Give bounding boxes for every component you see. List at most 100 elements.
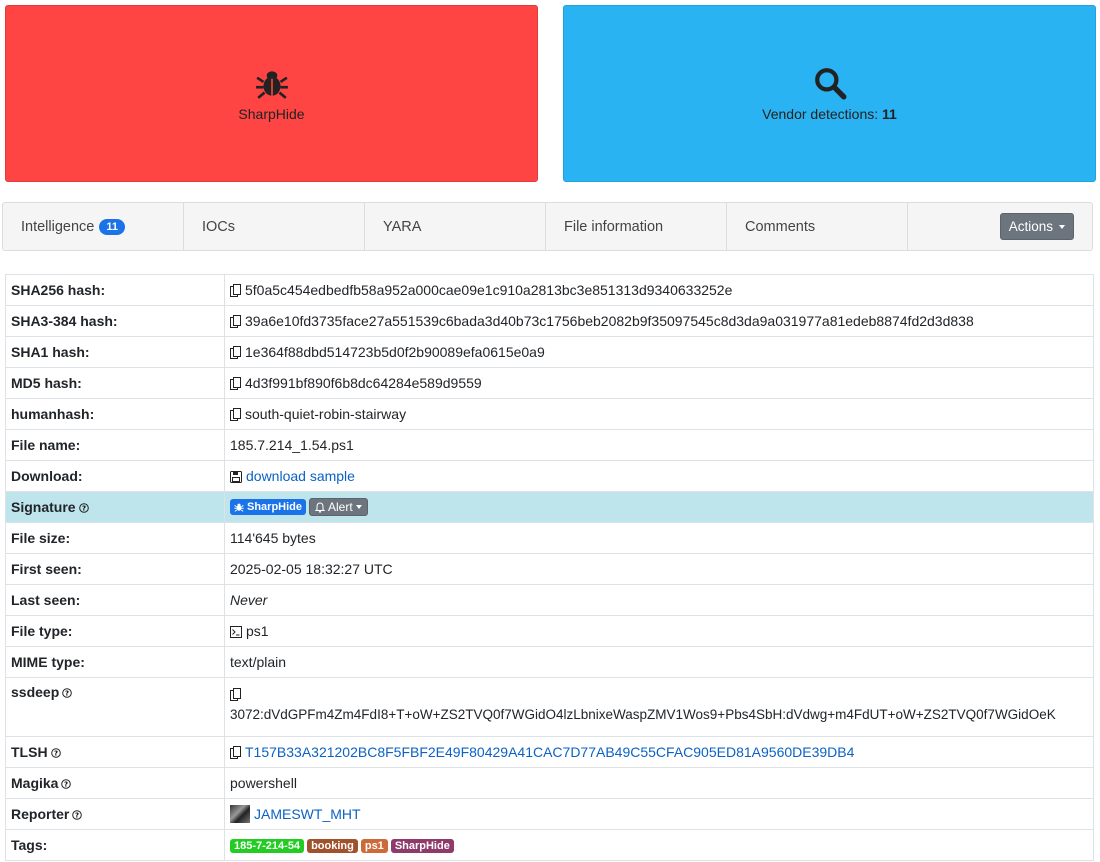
table-row: Download: download sample xyxy=(5,460,1094,492)
row-key: Reporter xyxy=(11,806,70,822)
magika-value: powershell xyxy=(224,767,1094,799)
row-key: Signature xyxy=(11,499,76,515)
download-sample-link[interactable]: download sample xyxy=(246,468,355,484)
row-key: Last seen: xyxy=(5,584,225,616)
svg-text:?: ? xyxy=(54,750,58,758)
md5-value: 4d3f991bf890f6b8dc64284e589d9559 xyxy=(245,375,482,391)
svg-text:?: ? xyxy=(65,690,69,698)
row-key: TLSH xyxy=(11,744,48,760)
row-key: Download: xyxy=(5,460,225,492)
bell-icon xyxy=(315,502,326,513)
humanhash-value: south-quiet-robin-stairway xyxy=(245,406,407,422)
copy-icon[interactable] xyxy=(230,377,241,390)
tab-comments[interactable]: Comments xyxy=(727,203,908,250)
signature-card[interactable]: SharpHide xyxy=(5,5,538,182)
table-row: MIME type: text/plain xyxy=(5,646,1094,678)
row-key: File type: xyxy=(5,615,225,647)
copy-icon[interactable] xyxy=(230,315,241,328)
table-row: Tags: 185-7-214-54 booking ps1 SharpHide xyxy=(5,829,1094,861)
avatar xyxy=(230,805,250,823)
table-row: File name: 185.7.214_1.54.ps1 xyxy=(5,429,1094,461)
tab-label: File information xyxy=(564,218,664,235)
row-key: First seen: xyxy=(5,553,225,585)
row-key: Tags: xyxy=(5,829,225,861)
chevron-down-icon xyxy=(355,505,362,510)
lastseen-value: Never xyxy=(224,584,1094,616)
filename-value: 185.7.214_1.54.ps1 xyxy=(224,429,1094,461)
sha3-value: 39a6e10fd3735face27a551539c6bada3d40b73c… xyxy=(245,313,974,329)
sha1-value: 1e364f88dbd514723b5d0f2b90089efa0615e0a9 xyxy=(245,344,545,360)
table-row: TLSH? T157B33A321202BC8F5FBF2E49F80429A4… xyxy=(5,736,1094,768)
tab-label: Comments xyxy=(745,218,816,235)
bug-icon xyxy=(255,70,288,99)
table-row: Signature? SharpHide Alert xyxy=(5,491,1094,523)
reporter-link[interactable]: JAMESWT_MHT xyxy=(254,806,361,822)
copy-icon[interactable] xyxy=(230,746,241,759)
vendor-detections-label: Vendor detections: 11 xyxy=(762,105,897,122)
svg-text:?: ? xyxy=(82,505,86,513)
tag-badge[interactable]: booking xyxy=(307,839,358,854)
signature-card-label: SharpHide xyxy=(238,105,305,122)
table-row: humanhash: south-quiet-robin-stairway xyxy=(5,398,1094,430)
sha256-value: 5f0a5c454edbedfb58a952a000cae09e1c910a28… xyxy=(245,282,733,298)
row-key: Magika xyxy=(11,775,59,791)
table-row: First seen: 2025-02-05 18:32:27 UTC xyxy=(5,553,1094,585)
table-row: File type: ps1 xyxy=(5,615,1094,647)
table-row: SHA256 hash: 5f0a5c454edbedfb58a952a000c… xyxy=(5,274,1094,306)
table-row: ssdeep? 3072:dVdGPFm4Zm4FdI8+T+oW+ZS2TVQ… xyxy=(5,677,1094,737)
vendor-detections-card[interactable]: Vendor detections: 11 xyxy=(563,5,1096,182)
table-row: Magika? powershell xyxy=(5,767,1094,799)
tag-badge[interactable]: ps1 xyxy=(360,839,388,854)
tab-bar: Intelligence 11 IOCs YARA File informatio… xyxy=(2,202,1093,251)
tab-yara[interactable]: YARA xyxy=(365,203,546,250)
firstseen-value: 2025-02-05 18:32:27 UTC xyxy=(224,553,1094,585)
tag-badge[interactable]: 185-7-214-54 xyxy=(230,839,305,854)
help-icon[interactable]: ? xyxy=(62,688,73,698)
actions-button[interactable]: Actions xyxy=(999,213,1074,240)
row-key: File name: xyxy=(5,429,225,461)
table-row: File size: 114'645 bytes xyxy=(5,522,1094,554)
tab-label: IOCs xyxy=(202,218,236,235)
row-key: humanhash: xyxy=(5,398,225,430)
row-key: SHA3-384 hash: xyxy=(5,305,225,337)
tab-iocs[interactable]: IOCs xyxy=(184,203,365,250)
search-icon xyxy=(814,67,846,99)
copy-icon[interactable] xyxy=(230,408,241,421)
copy-icon[interactable] xyxy=(230,346,241,359)
filetype-value: ps1 xyxy=(246,623,269,639)
tab-intelligence[interactable]: Intelligence 11 xyxy=(3,203,184,250)
row-key: File size: xyxy=(5,522,225,554)
copy-icon[interactable] xyxy=(230,284,241,297)
help-icon[interactable]: ? xyxy=(61,779,72,789)
intelligence-count-badge: 11 xyxy=(99,218,125,235)
help-icon[interactable]: ? xyxy=(50,748,61,758)
mime-value: text/plain xyxy=(224,646,1094,678)
row-key: MD5 hash: xyxy=(5,367,225,399)
tags-list: 185-7-214-54 booking ps1 SharpHide xyxy=(224,829,1094,861)
help-icon[interactable]: ? xyxy=(72,810,83,820)
table-row: Last seen: Never xyxy=(5,584,1094,616)
file-info-table: SHA256 hash: 5f0a5c454edbedfb58a952a000c… xyxy=(5,274,1094,861)
vendor-detections-count: 11 xyxy=(882,105,897,122)
bug-icon xyxy=(234,503,244,512)
table-row: Reporter? JAMESWT_MHT xyxy=(5,798,1094,830)
ssdeep-value: 3072:dVdGPFm4Zm4FdI8+T+oW+ZS2TVQ0f7WGidO… xyxy=(230,707,1056,722)
tag-badge[interactable]: SharpHide xyxy=(390,839,454,854)
alert-dropdown-button[interactable]: Alert xyxy=(309,498,368,517)
table-row: SHA3-384 hash: 39a6e10fd3735face27a55153… xyxy=(5,305,1094,337)
tlsh-link[interactable]: T157B33A321202BC8F5FBF2E49F80429A41CAC7D… xyxy=(245,744,854,760)
floppy-disk-icon xyxy=(230,471,242,483)
table-row: SHA1 hash: 1e364f88dbd514723b5d0f2b90089… xyxy=(5,336,1094,368)
svg-text:?: ? xyxy=(64,781,68,789)
table-row: MD5 hash: 4d3f991bf890f6b8dc64284e589d95… xyxy=(5,367,1094,399)
copy-icon[interactable] xyxy=(230,688,241,701)
help-icon[interactable]: ? xyxy=(78,503,89,513)
filesize-value: 114'645 bytes xyxy=(224,522,1094,554)
signature-badge[interactable]: SharpHide xyxy=(230,499,307,516)
row-key: MIME type: xyxy=(5,646,225,678)
tab-label: Intelligence xyxy=(21,218,95,235)
terminal-icon xyxy=(230,626,242,638)
row-key: SHA1 hash: xyxy=(5,336,225,368)
tab-label: YARA xyxy=(383,218,422,235)
tab-file-information[interactable]: File information xyxy=(546,203,727,250)
